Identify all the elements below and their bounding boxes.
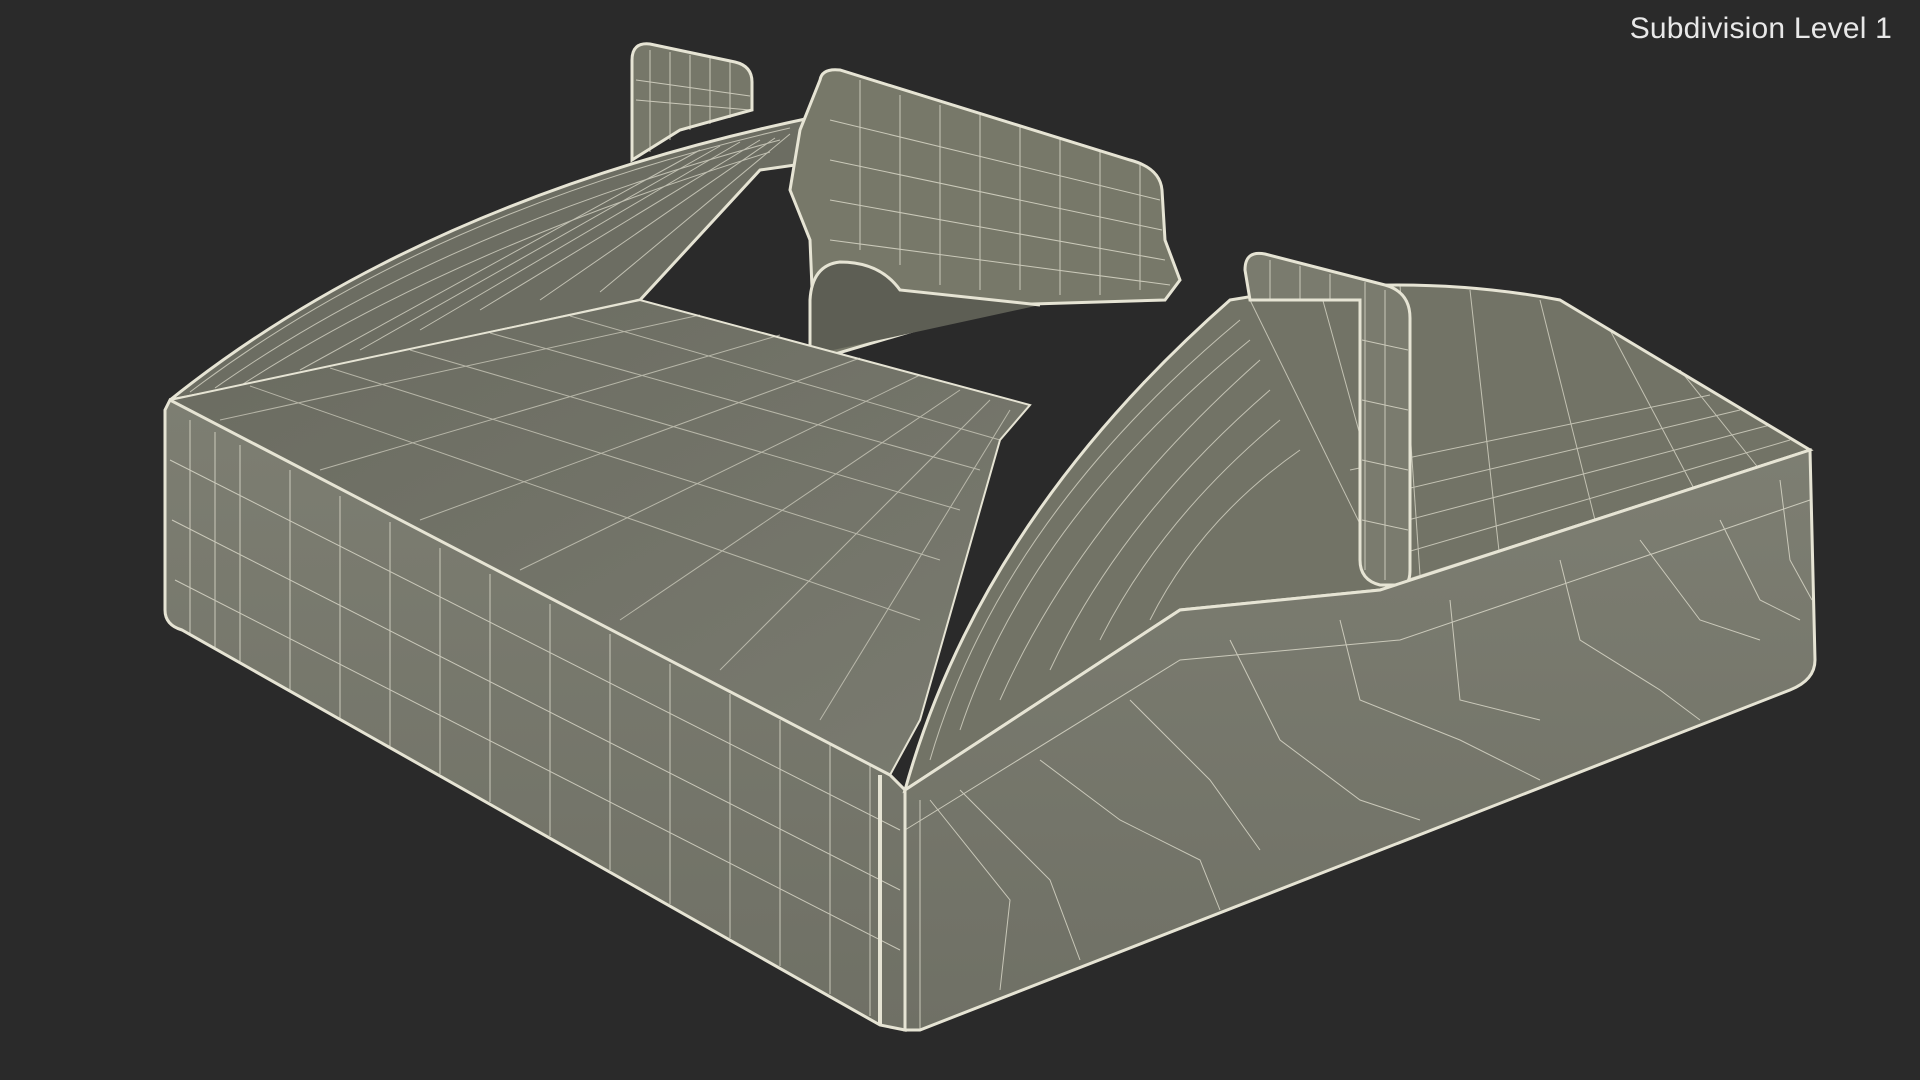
center-handle xyxy=(788,68,1182,362)
render-viewport: Subdivision Level 1 xyxy=(0,0,1920,1080)
wireframe-model xyxy=(163,42,1817,1032)
